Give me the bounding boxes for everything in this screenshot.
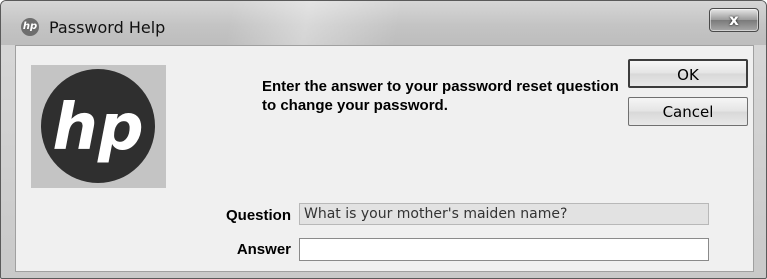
- cancel-button[interactable]: Cancel: [628, 97, 748, 126]
- dialog-content: hp Enter the answer to your password res…: [15, 45, 754, 272]
- hp-logo-text: hp: [52, 91, 143, 165]
- question-label: Question: [225, 207, 291, 224]
- question-field: What is your mother's maiden name?: [299, 203, 709, 225]
- instructions-text: Enter the answer to your password reset …: [262, 78, 619, 114]
- password-help-dialog: hp Password Help x hp Enter the answer t…: [0, 0, 767, 279]
- hp-logo-icon: hp: [41, 69, 155, 183]
- ok-button[interactable]: OK: [628, 59, 748, 88]
- close-button[interactable]: x: [709, 8, 759, 32]
- window-title: Password Help: [49, 18, 166, 37]
- answer-input[interactable]: [299, 238, 709, 261]
- logo-panel: hp: [31, 65, 166, 188]
- answer-label: Answer: [236, 241, 291, 258]
- hp-logo-icon: hp: [21, 18, 39, 36]
- title-bar[interactable]: hp Password Help x: [1, 1, 766, 45]
